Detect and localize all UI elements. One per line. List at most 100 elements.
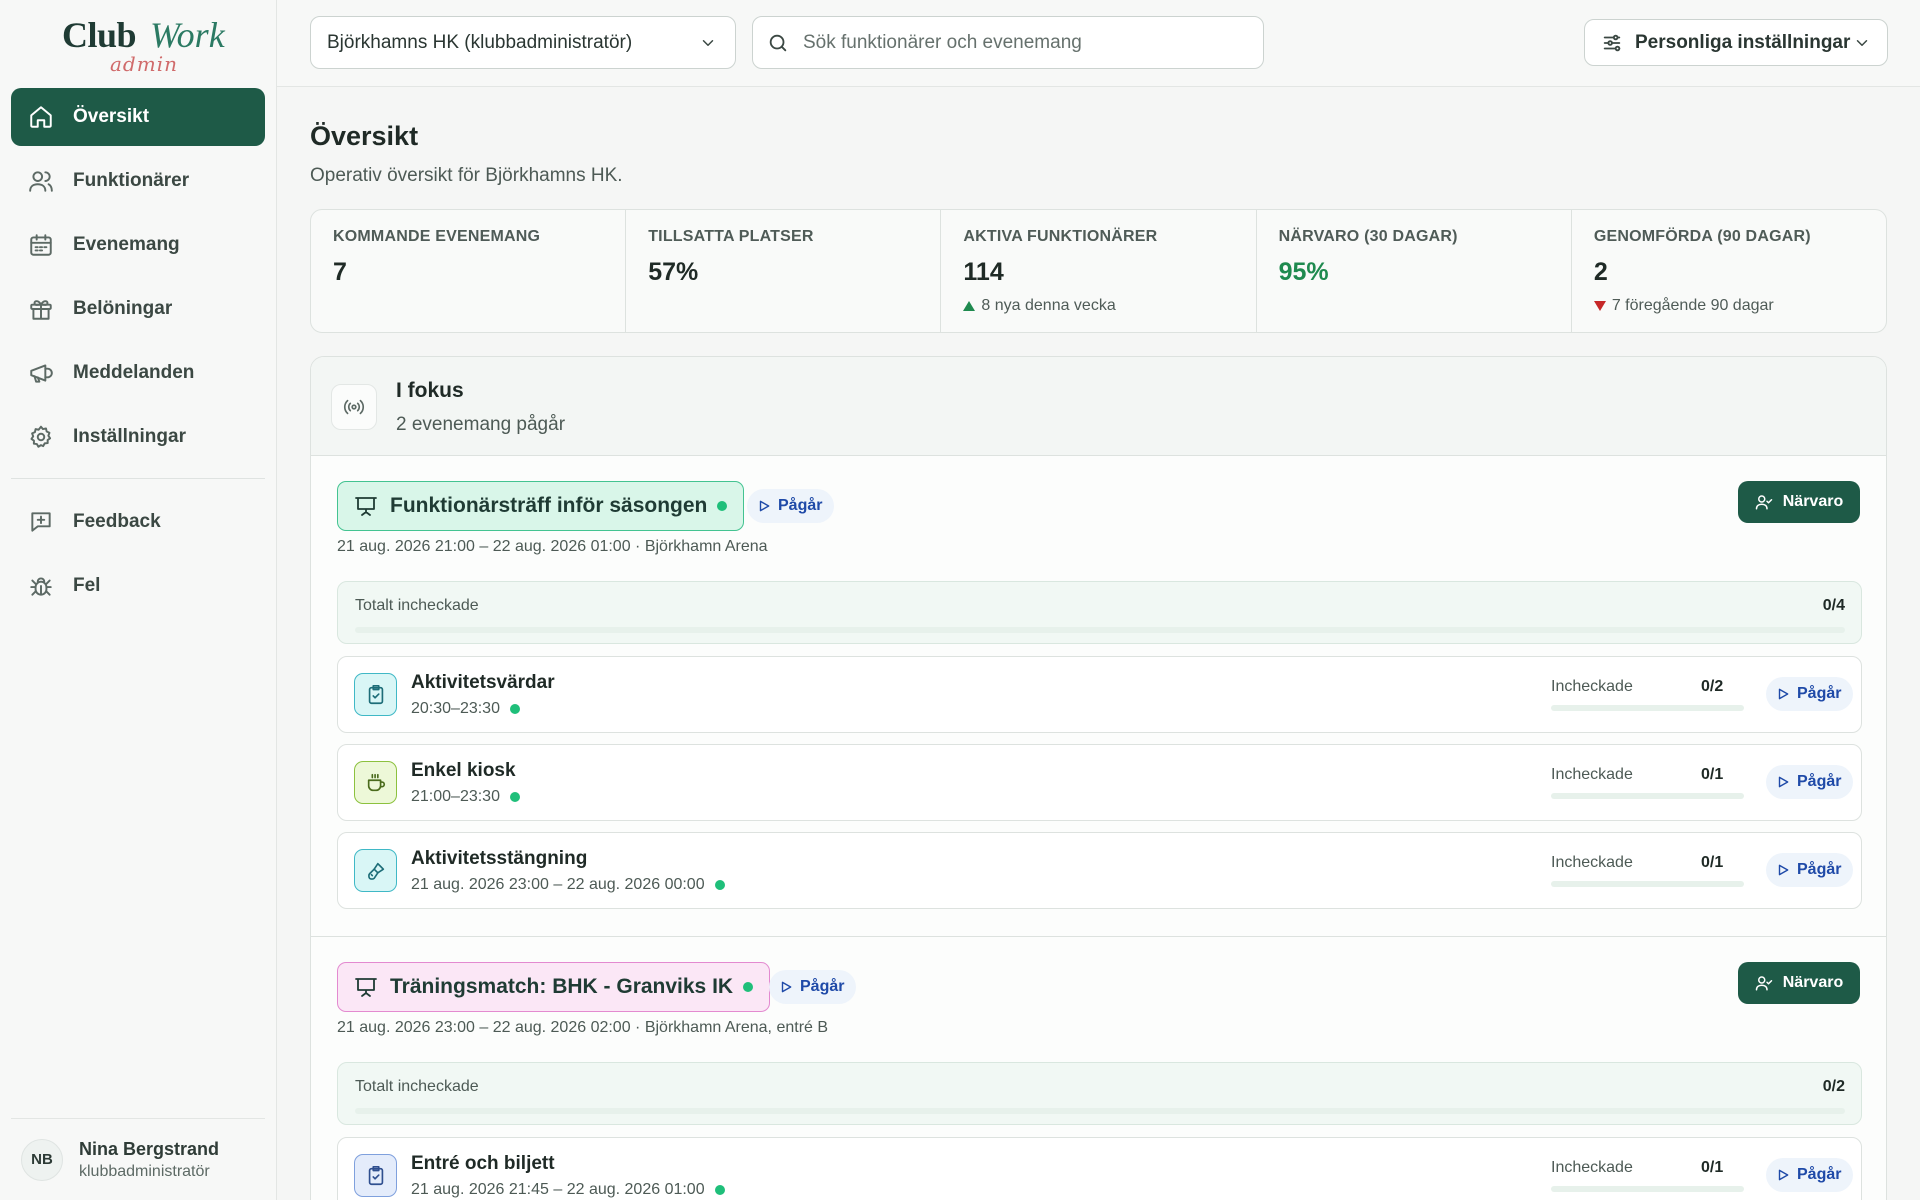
event-meta: 21 aug. 2026 21:00 – 22 aug. 2026 01:00 … [337,538,768,555]
attendance-button-label: Närvaro [1782,493,1844,510]
feedback-icon [28,509,54,535]
checked-in-value: 0/1 [1701,854,1724,871]
role-name: Aktivitetsvärdar [411,672,555,693]
role-time-text: 20:30–23:30 [411,700,500,717]
stat-label: GENOMFÖRDA (90 DAGAR) [1593,228,1811,245]
role-row[interactable]: Aktivitetsstängning 21 aug. 2026 23:00 –… [337,832,1862,909]
sidebar-divider [11,478,265,479]
sidebar-item-label: Belöningar [73,298,173,319]
attendance-button[interactable]: Närvaro [1738,962,1860,1004]
total-value: 0/2 [1822,1078,1845,1095]
user-name: Nina Bergstrand [79,1138,220,1159]
logo-club-text: Club [62,15,137,55]
bug-icon [28,573,54,599]
user-profile[interactable]: NB Nina Bergstrand klubbadministratör [11,1118,265,1200]
stat-value: 114 [963,258,1004,286]
play-icon [779,980,793,994]
status-badge: Pågår [1766,1158,1854,1192]
progress-bar [355,1108,1845,1114]
gear-icon [28,424,54,450]
sidebar-nav: Översikt Funktionärer Evenemang Belöning… [11,88,265,621]
sidebar-item-fel[interactable]: Fel [11,557,265,615]
sidebar-item-funktionarer[interactable]: Funktionärer [11,152,265,210]
sidebar-item-beloningar[interactable]: Belöningar [11,280,265,338]
event-meta: 21 aug. 2026 23:00 – 22 aug. 2026 02:00 … [337,1019,829,1036]
presentation-icon [354,975,378,999]
broadcast-icon [331,384,377,430]
sidebar-item-feedback[interactable]: Feedback [11,493,265,551]
stat-value: 95% [1278,258,1329,286]
total-label: Totalt incheckade [355,1078,479,1095]
user-check-icon [1755,974,1773,992]
live-dot [714,1185,725,1195]
progress-bar [1551,1186,1744,1192]
stat-delta: 7 föregående 90 dagar [1593,297,1864,315]
focus-title: I fokus [396,379,464,402]
logo-work-text: Work [150,15,225,55]
play-icon [757,499,771,513]
personal-settings-button[interactable]: Personliga inställningar [1584,19,1888,66]
search-box [752,16,1264,69]
trend-down-icon [1593,301,1606,311]
total-label: Totalt incheckade [355,597,479,614]
status-badge: Pågår [769,970,857,1004]
sidebar-item-label: Fel [73,575,101,596]
role-row[interactable]: Aktivitetsvärdar 20:30–23:30 Incheckade … [337,656,1862,733]
focus-subtitle: 2 evenemang pågår [396,414,566,435]
stat-value: 57% [648,258,699,286]
clipboard-check-icon [354,673,397,716]
checked-in-label: Incheckade [1551,766,1633,783]
stats-row: KOMMANDE EVENEMANG 7 TILLSATTA PLATSER 5… [310,209,1887,333]
role-row[interactable]: Enkel kiosk 21:00–23:30 Incheckade 0/1 P… [337,744,1862,821]
event-title: Träningsmatch: BHK - Granviks IK [390,975,734,998]
role-time-text: 21:00–23:30 [411,788,500,805]
topbar: Björkhamns HK (klubbadministratör) Perso… [277,0,1920,87]
role-time: 20:30–23:30 [411,700,520,718]
avatar: NB [21,1138,63,1181]
live-dot [509,704,520,714]
sidebar-item-oversikt[interactable]: Översikt [11,88,265,146]
event-title-tag[interactable]: Funktionärsträff inför säsongen [337,481,745,531]
status-text: Pågår [1797,685,1842,702]
sidebar-item-evenemang[interactable]: Evenemang [11,216,265,274]
attendance-button[interactable]: Närvaro [1738,481,1860,523]
stat-delta-text: 8 nya denna vecka [981,297,1116,314]
play-icon [1776,775,1790,789]
checked-in-label: Incheckade [1551,854,1633,871]
sidebar: Club Work admin Översikt Funktionärer Ev… [0,0,277,1200]
stat-filled-slots: TILLSATTA PLATSER 57% [626,210,942,332]
event-title-tag[interactable]: Träningsmatch: BHK - Granviks IK [337,962,771,1012]
role-time: 21 aug. 2026 21:45 – 22 aug. 2026 01:00 [411,1181,725,1199]
sidebar-item-label: Evenemang [73,234,180,255]
status-badge: Pågår [747,489,835,523]
club-select[interactable]: Björkhamns HK (klubbadministratör) [310,16,736,69]
page-subtitle: Operativ översikt för Björkhamns HK. [310,165,623,186]
sidebar-item-installningar[interactable]: Inställningar [11,408,265,466]
user-check-icon [1755,493,1773,511]
total-checked-in: Totalt incheckade 0/4 [337,581,1862,644]
clubwork-logo[interactable]: Club Work admin [60,14,225,76]
stat-completed: GENOMFÖRDA (90 DAGAR) 2 7 föregående 90 … [1572,210,1886,332]
checked-in-label: Incheckade [1551,1159,1633,1176]
event-title: Funktionärsträff inför säsongen [390,494,708,517]
total-checked-in: Totalt incheckade 0/2 [337,1062,1862,1125]
role-time-text: 21 aug. 2026 21:45 – 22 aug. 2026 01:00 [411,1181,705,1198]
event-divider [311,936,1886,937]
progress-bar [355,627,1845,633]
chevron-down-icon [1853,34,1871,52]
role-row[interactable]: Entré och biljett 21 aug. 2026 21:45 – 2… [337,1137,1862,1200]
stat-delta-text: 7 föregående 90 dagar [1611,297,1774,314]
focus-panel: I fokus 2 evenemang pågår Funktionärsträ… [310,356,1887,1200]
sidebar-item-meddelanden[interactable]: Meddelanden [11,344,265,402]
progress-bar [1551,705,1744,711]
calendar-icon [28,232,54,258]
main-content: Översikt Operativ översikt för Björkhamn… [277,88,1920,1200]
progress-bar [1551,793,1744,799]
sidebar-item-label: Översikt [73,106,150,127]
focus-header: I fokus 2 evenemang pågår [311,357,1886,456]
role-name: Aktivitetsstängning [411,848,588,869]
search-input[interactable] [803,31,1243,54]
chevron-down-icon [699,34,717,52]
brush-icon [354,849,397,892]
play-icon [1776,687,1790,701]
